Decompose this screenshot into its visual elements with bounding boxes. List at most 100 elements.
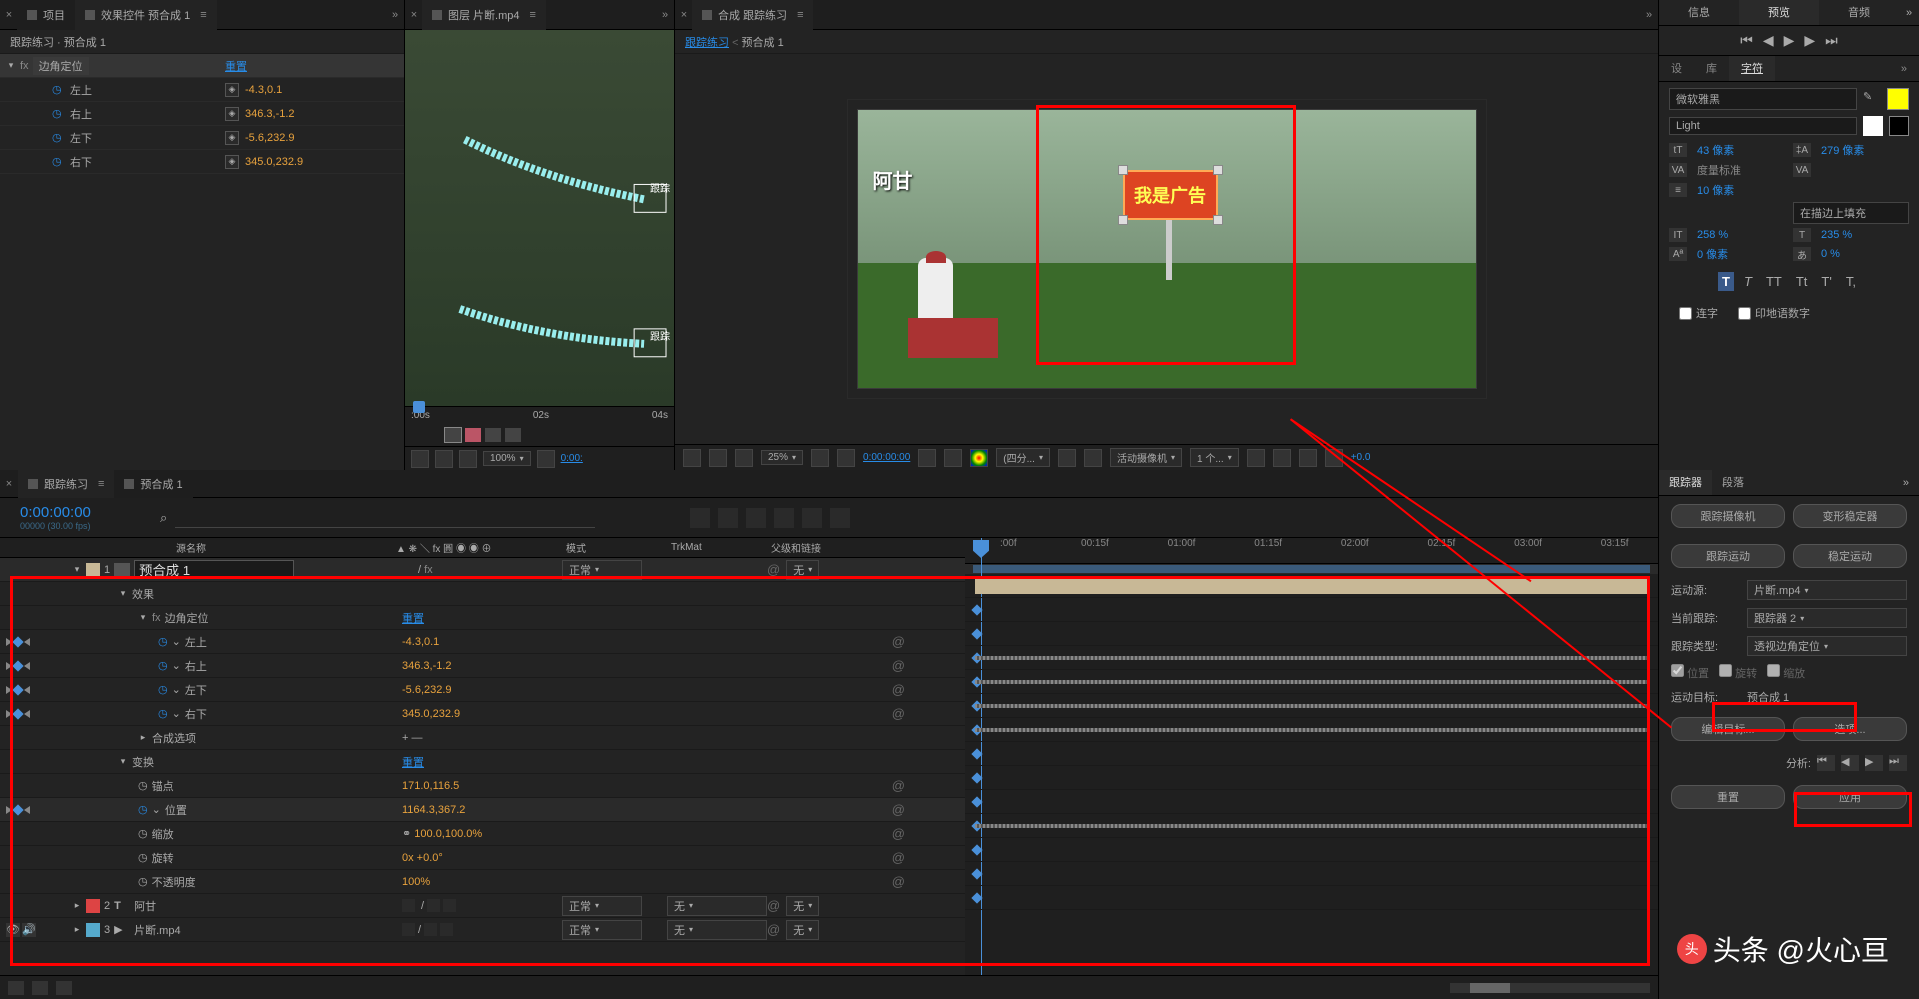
faux-bold[interactable]: T: [1718, 272, 1734, 291]
tab-preview[interactable]: 预览: [1739, 0, 1819, 25]
fx-reset[interactable]: 重置: [225, 58, 247, 74]
tab-effect-controls[interactable]: 效果控件 预合成 1≡: [75, 0, 217, 30]
keyframe-nav[interactable]: ◈: [225, 131, 239, 145]
leading[interactable]: 279 像素: [1821, 142, 1909, 158]
tool-icon[interactable]: [435, 450, 453, 468]
prev-frame-button[interactable]: ◀: [1763, 32, 1774, 49]
camera-dropdown[interactable]: 活动摄像机: [1110, 448, 1182, 467]
tool-icon[interactable]: [735, 449, 753, 467]
tool-icon[interactable]: [837, 449, 855, 467]
panel-close[interactable]: ×: [1, 9, 17, 21]
analyze-back-1[interactable]: ⏮: [1817, 755, 1835, 771]
prop-row[interactable]: ◷缩放⚭ 100.0,100.0%@: [0, 822, 965, 846]
cti-head[interactable]: [413, 401, 425, 413]
prop-row[interactable]: ◷旋转0x +0.0°@: [0, 846, 965, 870]
chip[interactable]: [505, 428, 521, 442]
keyframe-nav[interactable]: ◈: [225, 83, 239, 97]
tl-footer-btn[interactable]: [56, 981, 72, 995]
prop-row[interactable]: ◷锚点171.0,116.5@: [0, 774, 965, 798]
tl-footer-btn[interactable]: [32, 981, 48, 995]
panel-menu[interactable]: »: [387, 9, 403, 21]
current-tracker-dropdown[interactable]: 跟踪器 2: [1747, 608, 1907, 628]
track-type-dropdown[interactable]: 透视边角定位: [1747, 636, 1907, 656]
stopwatch-icon[interactable]: ◷: [52, 83, 66, 97]
layer-viewer[interactable]: 跟踪 跟踪: [405, 30, 674, 406]
tab-paragraph[interactable]: 段落: [1712, 470, 1754, 495]
keyframe-nav[interactable]: ◈: [225, 107, 239, 121]
prop-row[interactable]: ◷⌄左上-4.3,0.1@: [0, 630, 965, 654]
analyze-fwd-1[interactable]: ⏭: [1889, 755, 1907, 771]
panel-close[interactable]: ×: [406, 9, 422, 21]
position-check[interactable]: 位置: [1671, 664, 1709, 681]
prop-value[interactable]: 346.3,-1.2: [245, 108, 295, 120]
tab-timeline-precomp[interactable]: 预合成 1: [114, 470, 192, 498]
stroke-width[interactable]: 10 像素: [1697, 182, 1785, 198]
stroke-style-dropdown[interactable]: 在描边上填充: [1793, 202, 1909, 224]
zoom-slider[interactable]: [1450, 983, 1650, 993]
font-style-dropdown[interactable]: Light: [1669, 117, 1857, 135]
reset-button[interactable]: 重置: [1671, 785, 1785, 809]
reset-link[interactable]: 重置: [402, 613, 424, 625]
layer-row[interactable]: 👁🔊 ▸3▶片断.mp4 / 正常 无 @无: [0, 918, 965, 942]
track-motion-button[interactable]: 跟踪运动: [1671, 544, 1785, 568]
prop-row[interactable]: ◷⌄左下-5.6,232.9@: [0, 678, 965, 702]
warp-stabilize-button[interactable]: 变形稳定器: [1793, 504, 1907, 528]
last-frame-button[interactable]: ⏭: [1825, 32, 1838, 49]
quality-dropdown[interactable]: (四分...: [996, 448, 1050, 467]
trkmat[interactable]: 无: [667, 896, 767, 916]
prop-value[interactable]: 345.0,232.9: [245, 156, 303, 168]
tab-essential[interactable]: 设: [1659, 56, 1694, 81]
panel-menu[interactable]: »: [1899, 0, 1919, 25]
breadcrumb-link[interactable]: 跟踪练习: [685, 37, 729, 49]
faux-italic[interactable]: T: [1740, 272, 1756, 291]
tool-icon[interactable]: [1273, 449, 1291, 467]
tl-tool[interactable]: [830, 508, 850, 528]
snapshot-icon[interactable]: [918, 449, 936, 467]
stabilize-motion-button[interactable]: 稳定运动: [1793, 544, 1907, 568]
stopwatch-icon[interactable]: ◷: [52, 155, 66, 169]
timeline-track-area[interactable]: :00f00:15f01:00f01:15f02:00f02:15f03:00f…: [965, 538, 1658, 975]
prop-row[interactable]: ◷⌄右上346.3,-1.2@: [0, 654, 965, 678]
tab-composition[interactable]: 合成 跟踪练习≡: [692, 0, 813, 30]
color-mgmt-icon[interactable]: [970, 449, 988, 467]
corner-pin-group[interactable]: ▾fx边角定位重置: [0, 606, 965, 630]
search-icon[interactable]: ⌕: [160, 510, 167, 526]
eyedropper-icon[interactable]: ✎: [1863, 90, 1881, 108]
next-frame-button[interactable]: ▶: [1804, 32, 1815, 49]
analyze-back[interactable]: ◀: [1841, 755, 1859, 771]
pickwhip-icon[interactable]: @: [767, 562, 780, 577]
small-caps[interactable]: Tt: [1792, 272, 1812, 291]
zoom-dropdown[interactable]: 100%: [483, 451, 531, 466]
panel-menu[interactable]: »: [1889, 56, 1919, 81]
tl-tool[interactable]: [718, 508, 738, 528]
tl-footer-btn[interactable]: [8, 981, 24, 995]
tab-timeline-tracking[interactable]: 跟踪练习≡: [18, 470, 114, 498]
font-size[interactable]: 43 像素: [1697, 142, 1785, 158]
prop-row[interactable]: ◷不透明度100%@: [0, 870, 965, 894]
superscript[interactable]: T': [1817, 272, 1835, 291]
views-dropdown[interactable]: 1 个...: [1190, 448, 1239, 467]
tool-icon[interactable]: [411, 450, 429, 468]
tab-libraries[interactable]: 库: [1694, 56, 1729, 81]
blend-mode[interactable]: 正常: [562, 920, 642, 940]
layer-name-input[interactable]: [134, 560, 294, 579]
chip[interactable]: [445, 428, 461, 442]
stroke-swatch2[interactable]: [1889, 116, 1909, 136]
scale-check[interactable]: 缩放: [1767, 664, 1805, 681]
prop-row[interactable]: ◷⌄右下345.0,232.9@: [0, 702, 965, 726]
panel-close[interactable]: ×: [676, 9, 692, 21]
source-dropdown[interactable]: 片断.mp4: [1747, 580, 1907, 600]
stopwatch-icon[interactable]: ◷: [52, 131, 66, 145]
search-input[interactable]: [175, 508, 595, 528]
tool-icon[interactable]: [1084, 449, 1102, 467]
track-camera-button[interactable]: 跟踪摄像机: [1671, 504, 1785, 528]
font-family-dropdown[interactable]: 微软雅黑: [1669, 88, 1857, 110]
effects-group[interactable]: ▾效果: [0, 582, 965, 606]
prop-value[interactable]: -5.6,232.9: [245, 132, 295, 144]
transform-group[interactable]: ▾变换重置: [0, 750, 965, 774]
tool-icon[interactable]: [537, 450, 555, 468]
tool-icon[interactable]: [1299, 449, 1317, 467]
hindi-check[interactable]: 印地语数字: [1738, 305, 1810, 321]
options-button[interactable]: 选项...: [1793, 717, 1907, 741]
hscale[interactable]: 235 %: [1821, 229, 1909, 241]
